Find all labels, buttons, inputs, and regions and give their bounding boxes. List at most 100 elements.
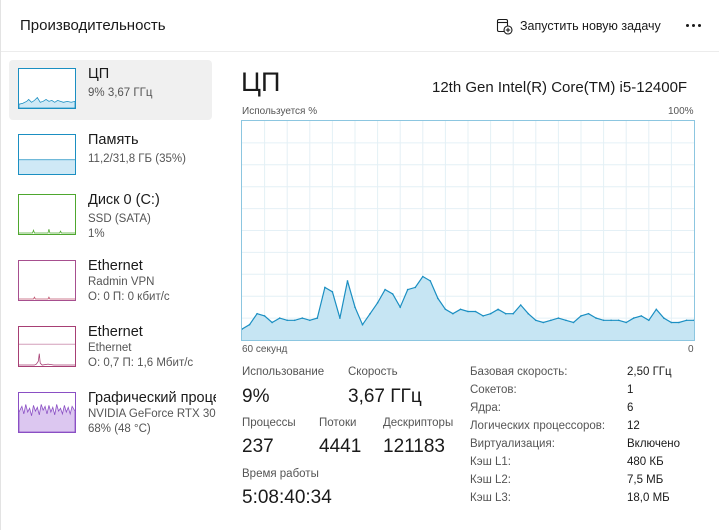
- cpu-usage-point: [482, 315, 484, 317]
- spec-value: 18,0 МБ: [627, 492, 670, 504]
- sidebar-item-detail: 11,2/31,8 ГБ (35%): [88, 153, 186, 165]
- cpu-usage-point: [685, 319, 688, 322]
- cpu-usage-point: [497, 308, 499, 311]
- cpu-usage-point: [248, 323, 251, 326]
- cpu-usage-point: [519, 304, 522, 306]
- spec-value: 6: [627, 402, 634, 414]
- header: Производительность Запустить новую задач…: [1, 0, 719, 52]
- cpu-usage-point: [309, 319, 311, 322]
- threads-label: Потоки: [319, 417, 357, 429]
- sidebar-item-detail: 9% 3,67 ГГц: [88, 87, 153, 99]
- sidebar-item-detail-2: О: 0,7 П: 1,6 Мбит/с: [88, 357, 194, 369]
- sidebar-item-disk[interactable]: Диск 0 (C:) SSD (SATA) 1%: [9, 186, 212, 246]
- cpu-usage-point: [632, 317, 635, 319]
- graph-y-label: Используется %: [242, 106, 318, 117]
- speed-label: Скорость: [348, 366, 398, 378]
- spec-row: Базовая скорость: 2,50 ГГц: [470, 366, 700, 384]
- sidebar-item-label: Графический процессор 0: [88, 390, 216, 406]
- spec-key: Кэш L1:: [470, 456, 511, 468]
- cpu-usage-point: [361, 323, 364, 326]
- sidebar-item-label: Ethernet: [88, 258, 143, 274]
- processes-label: Процессы: [242, 417, 296, 429]
- spec-value: 1: [627, 384, 634, 396]
- disk-thumbnail-graph: [18, 194, 76, 235]
- processes-value: 237: [242, 436, 274, 457]
- cpu-usage-point: [293, 319, 296, 322]
- cpu-usage-point: [324, 286, 326, 289]
- cpu-usage-point: [535, 319, 537, 322]
- sidebar: ЦП 9% 3,67 ГГц Память 11,2/31,8 ГБ (35%)…: [1, 52, 223, 530]
- graph-y-max-label: 100%: [668, 106, 694, 117]
- memory-thumbnail-graph: [18, 134, 76, 175]
- spec-row: Ядра: 6: [470, 402, 700, 420]
- cpu-usage-point: [663, 317, 665, 319]
- uptime-label: Время работы: [242, 468, 319, 480]
- sidebar-item-detail-2: 68% (48 °C): [88, 423, 151, 435]
- cpu-usage-point: [565, 319, 567, 322]
- cpu-usage-point: [572, 321, 575, 324]
- speed-value: 3,67 ГГц: [348, 386, 422, 407]
- spec-value: Включено: [627, 438, 681, 450]
- cpu-usage-point: [527, 312, 530, 315]
- spec-row: Кэш L2: 7,5 МБ: [470, 474, 700, 492]
- cpu-usage-point: [452, 312, 454, 315]
- spec-row: Логических процессоров: 12: [470, 420, 700, 438]
- cpu-usage-point: [625, 321, 627, 324]
- cpu-usage-point: [602, 319, 605, 322]
- graph-x-left-label: 60 секунд: [242, 344, 288, 355]
- page-title: Производительность: [20, 17, 166, 34]
- cpu-usage-point: [429, 280, 432, 282]
- more-options-button[interactable]: [681, 14, 705, 36]
- sidebar-item-memory[interactable]: Память 11,2/31,8 ГБ (35%): [9, 126, 212, 186]
- cpu-usage-point: [512, 312, 514, 315]
- cpu-usage-point: [489, 312, 492, 315]
- sidebar-item-label: ЦП: [88, 66, 110, 82]
- section-title: ЦП: [241, 67, 281, 97]
- cpu-thumbnail-graph: [18, 68, 76, 109]
- sidebar-item-ethernet[interactable]: Ethernet Ethernet О: 0,7 П: 1,6 Мбит/с: [9, 318, 212, 378]
- sidebar-item-gpu[interactable]: Графический процессор 0 NVIDIA GeForce R…: [9, 384, 216, 444]
- spec-key: Сокетов:: [470, 384, 517, 396]
- spec-row: Сокетов: 1: [470, 384, 700, 402]
- run-new-task-label: Запустить новую задачу: [520, 19, 661, 33]
- spec-key: Кэш L2:: [470, 474, 511, 486]
- cpu-usage-point: [474, 310, 477, 313]
- new-task-icon: [496, 18, 513, 35]
- cpu-usage-point: [580, 315, 582, 317]
- usage-value: 9%: [242, 386, 270, 407]
- spec-key: Логических процессоров:: [470, 420, 606, 432]
- handles-label: Дескрипторы: [383, 417, 454, 429]
- cpu-usage-point: [271, 321, 273, 324]
- cpu-usage-point: [369, 312, 371, 315]
- threads-value: 4441: [319, 436, 362, 457]
- cpu-usage-chart: [242, 121, 694, 340]
- uptime-value: 5:08:40:34: [242, 487, 332, 508]
- cpu-usage-point: [399, 306, 401, 308]
- cpu-usage-point: [550, 319, 552, 322]
- sidebar-item-ethernet-radmin[interactable]: Ethernet Radmin VPN О: 0 П: 0 кбит/с: [9, 252, 212, 312]
- spec-key: Кэш L3:: [470, 492, 511, 504]
- task-manager-window: Производительность Запустить новую задач…: [0, 0, 719, 530]
- cpu-usage-point: [437, 297, 439, 300]
- cpu-usage-point: [301, 317, 304, 319]
- cpu-usage-point: [331, 291, 334, 293]
- cpu-usage-point: [467, 310, 469, 313]
- cpu-usage-point: [354, 306, 356, 308]
- cpu-usage-graph: [241, 120, 695, 341]
- graph-x-right-label: 0: [688, 344, 694, 355]
- cpu-usage-point: [670, 321, 673, 324]
- cpu-usage-point: [256, 312, 258, 315]
- cpu-usage-point: [286, 319, 288, 322]
- sidebar-item-detail: NVIDIA GeForce RTX 3070: [88, 408, 216, 420]
- spec-row: Виртуализация: Включено: [470, 438, 700, 456]
- cpu-usage-point: [384, 288, 386, 291]
- spec-key: Ядра:: [470, 402, 502, 414]
- sidebar-item-cpu[interactable]: ЦП 9% 3,67 ГГц: [9, 60, 212, 120]
- run-new-task-button[interactable]: Запустить новую задачу: [496, 15, 661, 37]
- cpu-usage-point: [655, 308, 658, 311]
- sidebar-item-detail: SSD (SATA): [88, 213, 151, 225]
- cpu-usage-point: [316, 317, 319, 319]
- cpu-usage-point: [406, 288, 409, 291]
- cpu-specs-table: Базовая скорость: 2,50 ГГц Сокетов: 1 Ядра…: [470, 366, 700, 510]
- cpu-usage-point: [610, 319, 612, 322]
